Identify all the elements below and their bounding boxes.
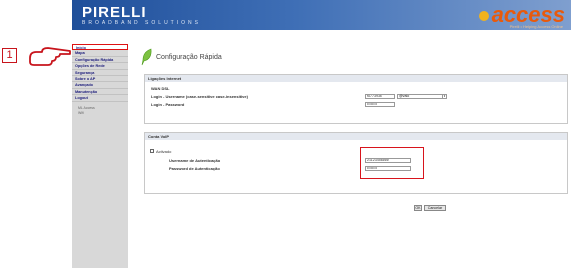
- page-title: Configuração Rápida: [156, 54, 222, 61]
- auth-password-label: Password de Autenticação: [169, 166, 220, 171]
- login-password-label: Login - Password: [151, 102, 185, 107]
- router-admin-screen: PIRELLI BROADBAND SOLUTIONS access Pirel…: [72, 0, 571, 268]
- main-content: Configuração Rápida Ligações Internet WA…: [138, 44, 568, 268]
- chevron-down-icon: ▾: [442, 94, 446, 98]
- product-tagline: Pirelli • Helping Access Online: [509, 24, 563, 29]
- login-password-input[interactable]: ••••••••: [365, 102, 395, 107]
- internet-section: Ligações Internet WAN DSL Login - Userna…: [144, 74, 568, 124]
- cancel-button[interactable]: Cancelar: [424, 205, 446, 211]
- wan-dsl-label: WAN DSL: [151, 86, 170, 91]
- brand-logo: PIRELLI: [82, 4, 147, 21]
- voip-activate-label: Activado: [156, 149, 172, 154]
- sidebar: Início Mapa Configuração Rápida Opções d…: [72, 44, 128, 268]
- internet-section-title: Ligações Internet: [145, 75, 567, 82]
- voip-section-title: Conta VoIP: [145, 133, 567, 140]
- leaf-icon: [141, 48, 152, 66]
- login-username-input[interactable]: fu77393k: [365, 94, 395, 99]
- login-domain-value: @vaio: [399, 94, 410, 98]
- callout-1: 1: [2, 48, 17, 63]
- ok-button[interactable]: OK: [414, 205, 422, 211]
- login-domain-select[interactable]: @vaio ▾: [397, 94, 447, 99]
- pointing-hand-icon: [29, 47, 71, 66]
- sidebar-item-logout[interactable]: Logout: [72, 95, 128, 102]
- access-logo-icon: [478, 11, 489, 21]
- brand-subtitle: BROADBAND SOLUTIONS: [82, 20, 201, 26]
- voip-section: Conta VoIP Activado Username de Autentic…: [144, 132, 568, 194]
- sidebar-status: ML Access Wifi: [72, 106, 128, 116]
- header: PIRELLI BROADBAND SOLUTIONS access Pirel…: [72, 0, 571, 36]
- auth-username-label: Username de Autenticação: [169, 158, 221, 163]
- login-username-label: Login - Username (case-sensitive case-in…: [151, 94, 248, 99]
- highlight-voip-credentials: [360, 147, 424, 179]
- status-value: Wifi: [78, 110, 84, 115]
- voip-activate-checkbox[interactable]: [150, 149, 154, 153]
